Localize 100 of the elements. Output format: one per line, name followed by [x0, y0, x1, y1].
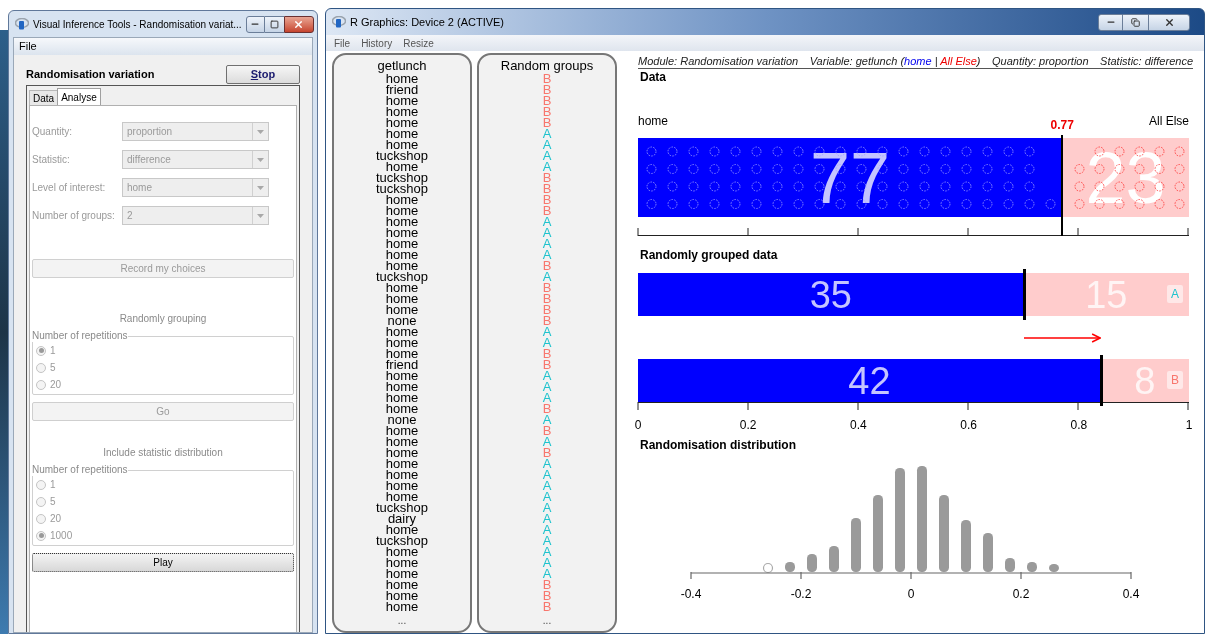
close-icon: [1163, 16, 1175, 28]
list-value: home: [385, 139, 419, 150]
dot-stack: [1005, 558, 1015, 572]
group-letter: B: [542, 315, 552, 326]
maximize-button[interactable]: [264, 15, 284, 33]
column-heading: getlunch: [377, 59, 427, 73]
group-letter: A: [542, 524, 552, 535]
menu-item[interactable]: History: [361, 35, 393, 51]
radio-button[interactable]: [36, 479, 46, 490]
list-value: tuckshop: [375, 502, 428, 513]
action-button[interactable]: Play: [32, 553, 294, 572]
list-value: tuckshop: [375, 535, 428, 546]
list-value: home: [385, 491, 419, 502]
group-letter: B: [542, 590, 552, 601]
tab[interactable]: Analyse: [57, 88, 101, 105]
menu-item[interactable]: File: [334, 35, 351, 51]
group-letter: A: [542, 326, 552, 337]
list-value: home: [385, 546, 419, 557]
group-letter: A: [542, 271, 552, 282]
tab[interactable]: Data: [29, 90, 58, 105]
group-letter: B: [542, 260, 552, 271]
list-value: home: [385, 227, 419, 238]
list-value: home: [385, 392, 419, 403]
radio-button[interactable]: [36, 513, 46, 524]
dot-stack: [1027, 562, 1037, 572]
dot-stack: [961, 520, 971, 572]
list-value: home: [385, 348, 419, 359]
group-letter: B: [542, 106, 552, 117]
statistic-caption: Statistic: difference: [1100, 55, 1193, 68]
axis-tick-label: 0: [634, 418, 642, 432]
marker-line: [1022, 269, 1026, 320]
list-value: home: [385, 590, 419, 601]
menu-item[interactable]: Resize: [403, 35, 434, 51]
field-label: Number of groups:: [32, 209, 116, 223]
option-label: 20: [50, 378, 62, 392]
minimize-button[interactable]: [1098, 13, 1123, 31]
list-value: home: [385, 326, 419, 337]
dropdown-arrow-icon: [257, 157, 264, 162]
radio-button[interactable]: [36, 362, 46, 373]
radio-button[interactable]: [36, 379, 46, 390]
dot-stack: [1049, 564, 1059, 572]
list-value: none: [387, 414, 417, 425]
list-value: friend: [385, 359, 419, 370]
group-letter: A: [542, 216, 552, 227]
list-value: home: [385, 304, 419, 315]
list-value: home: [385, 524, 419, 535]
app-icon: [15, 18, 29, 30]
list-value: home: [385, 293, 419, 304]
window-title: R Graphics: Device 2 (ACTIVE): [350, 14, 505, 30]
proportion-label: 0.77: [1050, 118, 1074, 132]
group-letter: B: [542, 348, 552, 359]
group-letter: A: [542, 238, 552, 249]
more-indicator: ...: [397, 616, 407, 626]
group-label: Number of repetitions: [32, 330, 128, 342]
group-letter: A: [542, 546, 552, 557]
list-value: home: [385, 557, 419, 568]
radio-button[interactable]: [36, 530, 46, 541]
level-label: home: [638, 114, 669, 128]
list-value: dairy: [387, 513, 417, 524]
group-letter: A: [542, 392, 552, 403]
close-icon: [293, 18, 305, 30]
list-value: home: [385, 458, 419, 469]
close-button[interactable]: [283, 15, 314, 33]
group-letter: A: [542, 513, 552, 524]
group-letter: A: [542, 128, 552, 139]
radio-button[interactable]: [36, 496, 46, 507]
list-value: home: [385, 568, 419, 579]
maximize-button[interactable]: [1123, 13, 1148, 31]
count-label: 42: [848, 360, 891, 401]
list-value: home: [385, 194, 419, 205]
group-letter: A: [542, 370, 552, 381]
axis-tick-label: -0.4: [680, 587, 702, 601]
list-value: home: [385, 117, 419, 128]
option-label: 20: [50, 512, 62, 526]
minimize-button[interactable]: [245, 15, 265, 33]
field-label: Level of interest:: [32, 181, 107, 195]
window-title: Visual Inference Tools - Randomisation variat...: [33, 17, 242, 32]
list-value: home: [385, 216, 419, 227]
group-label: Number of repetitions: [32, 464, 128, 476]
group-letter: A: [542, 502, 552, 513]
menu-item[interactable]: File: [18, 38, 38, 55]
app-icon: [332, 16, 346, 28]
group-letter: A: [542, 337, 552, 348]
list-value: tuckshop: [375, 271, 428, 282]
list-value: home: [385, 425, 419, 436]
list-value: home: [385, 95, 419, 106]
list-value: home: [385, 447, 419, 458]
group-letter: B: [542, 579, 552, 590]
stop-button[interactable]: Stop: [226, 65, 300, 84]
radio-button[interactable]: [36, 345, 46, 356]
list-value: home: [385, 579, 419, 590]
list-value: tuckshop: [375, 183, 428, 194]
section-title: Randomisation distribution: [639, 438, 797, 452]
option-label: 5: [50, 361, 56, 375]
group-letter: A: [542, 458, 552, 469]
close-button[interactable]: [1148, 13, 1190, 31]
axis-tick-label: 1: [1185, 418, 1193, 432]
group-letter: A: [542, 491, 552, 502]
list-value: home: [385, 161, 419, 172]
column-heading: Random groups: [500, 59, 594, 73]
